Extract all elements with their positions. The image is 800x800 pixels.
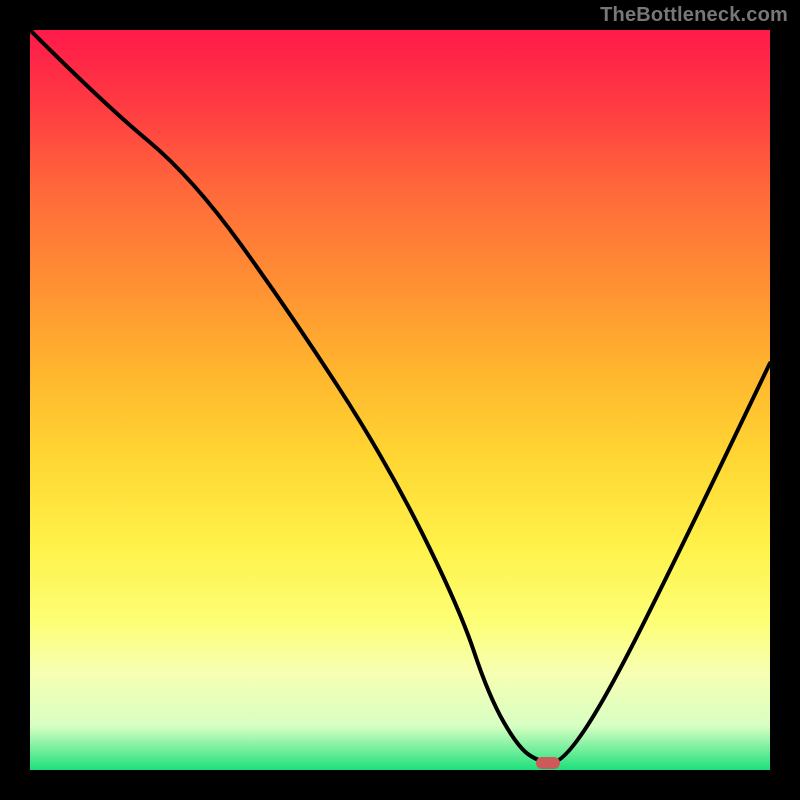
bottleneck-curve-path <box>30 30 770 763</box>
chart-container: TheBottleneck.com <box>0 0 800 800</box>
bottleneck-curve-svg <box>30 30 770 770</box>
optimal-point-marker <box>536 757 560 769</box>
plot-area <box>30 30 770 770</box>
watermark-text: TheBottleneck.com <box>600 4 788 27</box>
